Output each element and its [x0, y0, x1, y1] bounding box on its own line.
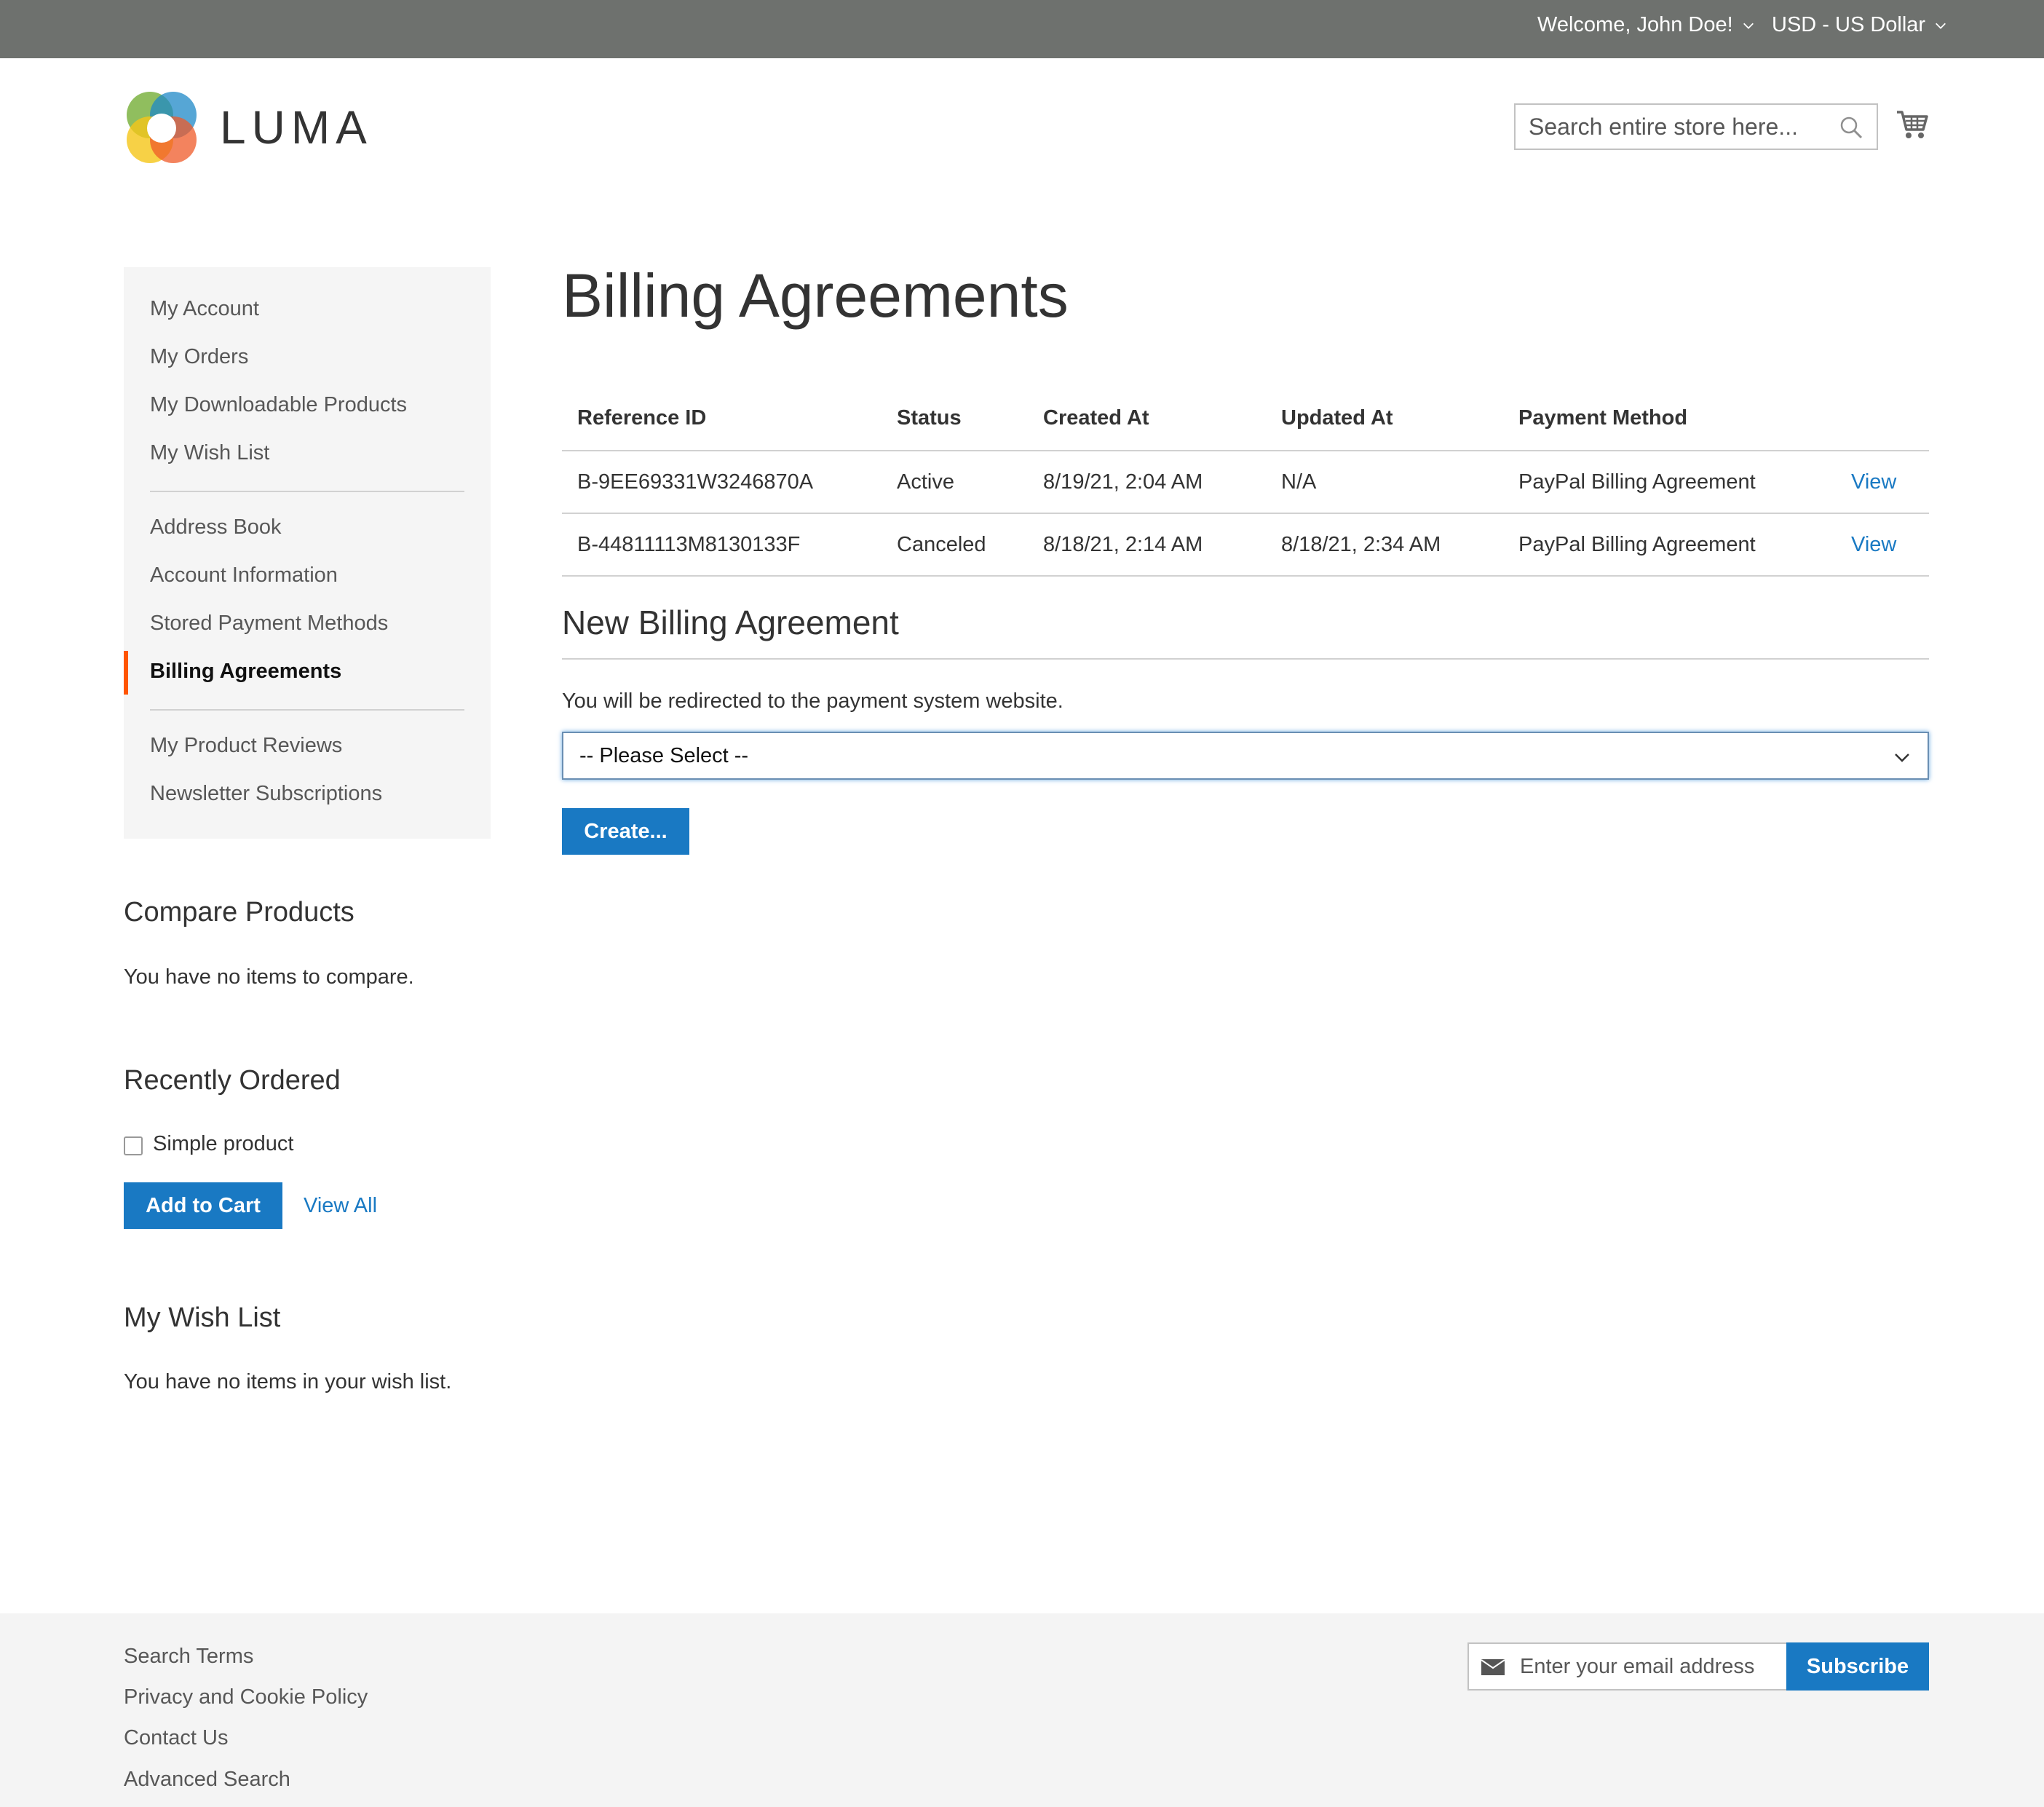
column-header-created-at: Created At [1043, 406, 1149, 430]
footer-link-search-terms[interactable]: Search Terms [124, 1645, 253, 1669]
row1-view-link[interactable]: View [1851, 470, 1896, 494]
row2-reference-id: B-44811113M8130133F [577, 533, 801, 556]
logo-text[interactable]: LUMA [220, 100, 373, 154]
table-row-divider [562, 513, 1929, 514]
wishlist-title: My Wish List [124, 1302, 281, 1333]
welcome-text: Welcome, John Doe! [1537, 13, 1733, 36]
wishlist-empty-text: You have no items in your wish list. [124, 1370, 452, 1393]
subscribe-button[interactable]: Subscribe [1786, 1642, 1929, 1691]
row2-updated-at: 8/18/21, 2:34 AM [1281, 533, 1441, 556]
nav-my-orders[interactable]: My Orders [150, 345, 248, 369]
row1-created-at: 8/19/21, 2:04 AM [1043, 470, 1203, 494]
row2-payment-method: PayPal Billing Agreement [1518, 533, 1756, 556]
select-value: -- Please Select -- [579, 743, 749, 767]
row2-status: Canceled [897, 533, 986, 556]
row1-payment-method: PayPal Billing Agreement [1518, 470, 1756, 494]
view-all-link[interactable]: View All [304, 1194, 377, 1218]
nav-my-downloadable-products[interactable]: My Downloadable Products [150, 393, 407, 417]
nav-billing-agreements: Billing Agreements [150, 660, 342, 683]
column-header-status: Status [897, 406, 962, 430]
chevron-down-icon [1895, 754, 1909, 762]
table-header-divider [562, 450, 1929, 451]
chevron-down-icon [1743, 23, 1754, 29]
newsletter-email-input[interactable] [1520, 1654, 1775, 1679]
nav-my-wish-list[interactable]: My Wish List [150, 441, 269, 465]
search-icon[interactable] [1839, 115, 1863, 140]
column-header-updated-at: Updated At [1281, 406, 1393, 430]
nav-newsletter-subscriptions[interactable]: Newsletter Subscriptions [150, 782, 382, 806]
welcome-menu[interactable]: Welcome, John Doe! [1537, 13, 1755, 37]
payment-method-select[interactable]: -- Please Select -- [562, 732, 1929, 780]
nav-account-information[interactable]: Account Information [150, 564, 338, 588]
chevron-down-icon [1936, 23, 1946, 29]
new-agreement-title: New Billing Agreement [562, 604, 899, 641]
compare-empty-text: You have no items to compare. [124, 965, 414, 989]
page-title: Billing Agreements [562, 261, 1069, 330]
redirect-note: You will be redirected to the payment sy… [562, 689, 1063, 713]
recently-ordered-title: Recently Ordered [124, 1065, 341, 1096]
recently-ordered-item-label: Simple product [153, 1132, 294, 1155]
nav-address-book[interactable]: Address Book [150, 515, 282, 539]
footer-link-advanced-search[interactable]: Advanced Search [124, 1768, 290, 1792]
nav-divider [150, 491, 464, 492]
footer-link-contact-us[interactable]: Contact Us [124, 1726, 228, 1750]
envelope-icon [1481, 1659, 1505, 1675]
nav-current-marker [124, 651, 128, 695]
row1-status: Active [897, 470, 954, 494]
currency-text: USD - US Dollar [1772, 13, 1926, 36]
row2-created-at: 8/18/21, 2:14 AM [1043, 533, 1203, 556]
nav-my-product-reviews[interactable]: My Product Reviews [150, 734, 342, 758]
footer-link-privacy-policy[interactable]: Privacy and Cookie Policy [124, 1685, 368, 1709]
row1-updated-at: N/A [1281, 470, 1317, 494]
search-input[interactable] [1529, 113, 1820, 141]
create-button[interactable]: Create... [562, 808, 689, 855]
row1-reference-id: B-9EE69331W3246870A [577, 470, 814, 494]
nav-my-account[interactable]: My Account [150, 297, 259, 321]
section-divider [562, 658, 1929, 660]
cart-icon[interactable] [1896, 108, 1929, 141]
nav-divider [150, 709, 464, 711]
top-bar: Welcome, John Doe! USD - US Dollar [0, 0, 2044, 58]
recently-ordered-checkbox[interactable] [124, 1136, 143, 1155]
add-to-cart-button[interactable]: Add to Cart [124, 1182, 282, 1229]
compare-products-title: Compare Products [124, 897, 354, 928]
luma-logo-icon[interactable] [124, 90, 199, 166]
column-header-payment-method: Payment Method [1518, 406, 1688, 430]
newsletter-box [1467, 1642, 1788, 1691]
nav-stored-payment-methods[interactable]: Stored Payment Methods [150, 612, 388, 636]
currency-switcher[interactable]: USD - US Dollar [1772, 13, 1947, 37]
search-box [1514, 103, 1878, 150]
column-header-reference-id: Reference ID [577, 406, 707, 430]
table-bottom-divider [562, 575, 1929, 577]
row2-view-link[interactable]: View [1851, 533, 1896, 557]
